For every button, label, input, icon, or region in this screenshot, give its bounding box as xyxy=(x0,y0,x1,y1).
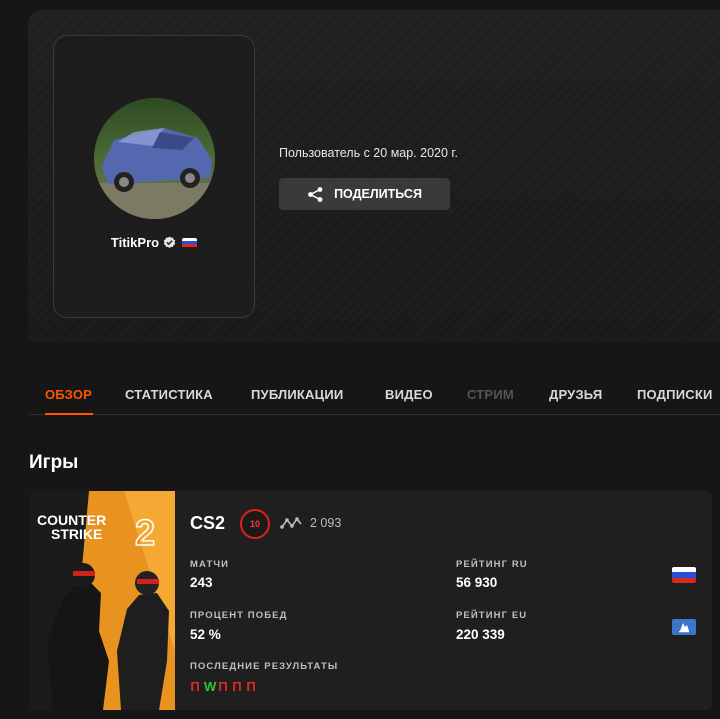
matches-label: МАТЧИ xyxy=(190,559,230,570)
rating-eu-value: 220 339 xyxy=(456,627,505,642)
cover-title-line2: STRIKE xyxy=(51,526,102,542)
result-item: П xyxy=(232,679,242,694)
elo-graph-icon xyxy=(280,517,302,529)
username-line: TitikPro xyxy=(54,235,254,250)
tab-publications[interactable]: ПУБЛИКАЦИИ xyxy=(251,387,343,402)
tab-subscriptions[interactable]: ПОДПИСКИ xyxy=(637,387,713,402)
member-since: Пользователь с 20 мар. 2020 г. xyxy=(279,146,458,160)
game-cover: COUNTER STRIKE 2 xyxy=(29,491,175,710)
username: TitikPro xyxy=(110,235,160,250)
russia-flag-icon xyxy=(672,567,696,583)
verified-check-icon xyxy=(163,236,176,249)
result-item: П xyxy=(218,679,228,694)
recent-results-label: ПОСЛЕДНИЕ РЕЗУЛЬТАТЫ xyxy=(190,661,339,672)
tab-stream[interactable]: СТРИМ xyxy=(467,387,514,402)
games-section-title: Игры xyxy=(29,452,79,473)
tab-video[interactable]: ВИДЕО xyxy=(385,387,433,402)
matches-value: 243 xyxy=(190,575,213,590)
winrate-value: 52 % xyxy=(190,627,221,642)
active-tab-indicator xyxy=(45,413,93,415)
share-button[interactable]: ПОДЕЛИТЬСЯ xyxy=(279,178,450,210)
eu-region-icon xyxy=(672,619,696,635)
share-label: ПОДЕЛИТЬСЯ xyxy=(334,187,422,201)
game-card-cs2[interactable]: COUNTER STRIKE 2 CS2 10 2 093 МАТЧИ 243 … xyxy=(29,491,712,710)
share-icon xyxy=(308,186,323,202)
result-item: W xyxy=(204,679,217,694)
result-item: П xyxy=(190,679,200,694)
game-title: CS2 xyxy=(190,513,226,533)
tab-statistics[interactable]: СТАТИСТИКА xyxy=(125,387,213,402)
recent-results: П W П П П xyxy=(190,679,256,694)
avatar-image xyxy=(94,98,215,219)
russia-flag-icon xyxy=(182,237,198,248)
rating-eu-label: РЕЙТИНГ EU xyxy=(456,610,528,621)
result-item: П xyxy=(246,679,256,694)
skill-level-value: 10 xyxy=(249,519,260,529)
avatar[interactable] xyxy=(94,98,215,219)
winrate-label: ПРОЦЕНТ ПОБЕД xyxy=(190,610,288,621)
profile-tabs: ОБЗОР СТАТИСТИКА ПУБЛИКАЦИИ ВИДЕО СТРИМ … xyxy=(29,380,720,415)
rating-ru-value: 56 930 xyxy=(456,575,498,590)
rating-ru-label: РЕЙТИНГ RU xyxy=(456,559,528,570)
cover-number: 2 xyxy=(135,512,155,553)
tab-overview[interactable]: ОБЗОР xyxy=(45,387,92,402)
profile-card: TitikPro xyxy=(53,35,255,318)
tab-friends[interactable]: ДРУЗЬЯ xyxy=(549,387,602,402)
skill-level-badge: 10 xyxy=(240,509,270,539)
elo-value: 2 093 xyxy=(310,516,342,530)
